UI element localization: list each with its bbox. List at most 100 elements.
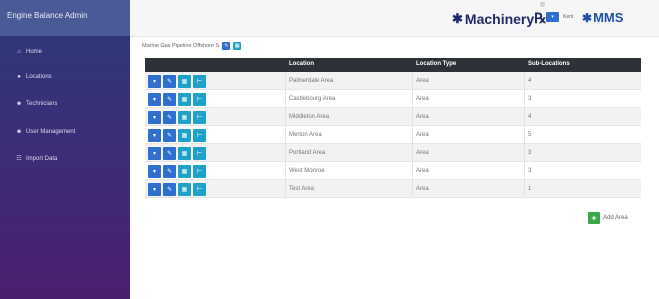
cell-location: Test Area	[289, 186, 315, 192]
column-header-location-type: Location Type	[416, 61, 457, 67]
cell-sub-locations: 3	[528, 168, 532, 174]
details-button[interactable]: ▦	[178, 147, 191, 160]
edit-button[interactable]: ✎	[163, 111, 176, 124]
cell-location-type: Area	[416, 168, 429, 174]
table-icon: ▦	[181, 97, 188, 103]
hierarchy-icon: ⊢	[196, 97, 203, 103]
table-icon: ▦	[234, 43, 240, 49]
hierarchy-button[interactable]: ⊢	[193, 111, 206, 124]
hierarchy-button[interactable]: ⊢	[193, 93, 206, 106]
database-icon: ☷	[16, 156, 22, 162]
row-actions: ▾ ✎ ▦ ⊢	[148, 75, 206, 88]
wrench-icon: ✎	[166, 79, 173, 85]
cell-location: Castlebourg Area	[289, 96, 336, 102]
table-row: ▾ ✎ ▦ ⊢ Merton Area Area 5	[145, 126, 641, 144]
edit-button[interactable]: ✎	[163, 165, 176, 178]
cell-location: Portland Area	[289, 150, 326, 156]
edit-button[interactable]: ✎	[163, 129, 176, 142]
expand-button[interactable]: ▾	[148, 183, 161, 196]
hierarchy-icon: ⊢	[196, 169, 203, 175]
details-button[interactable]: ▦	[178, 93, 191, 106]
cell-location-type: Area	[416, 114, 429, 120]
hierarchy-button[interactable]: ⊢	[193, 147, 206, 160]
user-name: Kent	[563, 14, 574, 20]
table-row: ▾ ✎ ▦ ⊢ Test Area Area 1	[145, 180, 641, 198]
hierarchy-button[interactable]: ⊢	[193, 75, 206, 88]
cell-location: Palmerdale Area	[289, 78, 334, 84]
edit-button[interactable]: ✎	[163, 75, 176, 88]
wrench-icon: ✎	[166, 115, 173, 121]
cell-sub-locations: 1	[528, 186, 532, 192]
hierarchy-button[interactable]: ⊢	[193, 165, 206, 178]
wrench-icon: ✎	[166, 97, 173, 103]
cell-location: Middleton Area	[289, 114, 330, 120]
users-icon: ☻	[15, 101, 23, 107]
sidebar-item-user-management[interactable]: ☻ User Management	[15, 129, 76, 135]
expand-button[interactable]: ▾	[148, 129, 161, 142]
wrench-icon: ✎	[166, 169, 173, 175]
cell-location-type: Area	[416, 96, 429, 102]
expand-button[interactable]: ▾	[148, 147, 161, 160]
details-button[interactable]: ▦	[178, 111, 191, 124]
hierarchy-icon: ⊢	[196, 115, 203, 121]
expand-button[interactable]: ▾	[148, 75, 161, 88]
cell-sub-locations: 3	[528, 150, 532, 156]
table-icon: ▦	[181, 115, 188, 121]
cell-location: West Monroe	[289, 168, 325, 174]
hierarchy-button[interactable]: ⊢	[193, 183, 206, 196]
sidebar-item-home[interactable]: ⌂ Home	[15, 49, 42, 55]
cell-location-type: Area	[416, 150, 429, 156]
details-button[interactable]: ▦	[178, 129, 191, 142]
table-row: ▾ ✎ ▦ ⊢ Portland Area Area 3	[145, 144, 641, 162]
sidebar: Engine Balance Admin ⌂ Home ● Locations …	[0, 0, 130, 299]
hierarchy-button[interactable]: ⊢	[193, 129, 206, 142]
chevron-down-icon: ▾	[152, 79, 156, 85]
edit-button[interactable]: ✎	[163, 183, 176, 196]
sidebar-item-locations[interactable]: ● Locations	[15, 74, 52, 80]
sidebar-item-label: Import Data	[26, 155, 58, 162]
details-button[interactable]: ▦	[178, 183, 191, 196]
wrench-icon: ✎	[166, 151, 173, 157]
row-actions: ▾ ✎ ▦ ⊢	[148, 129, 206, 142]
locations-table: Location Location Type Sub-Locations ▾ ✎…	[145, 58, 641, 198]
app-brand[interactable]: Engine Balance Admin	[0, 0, 130, 36]
breadcrumb: Marine Gas Pipeline Offshore S ✎ ▦	[142, 42, 242, 50]
table-row: ▾ ✎ ▦ ⊢ Palmerdale Area Area 4	[145, 72, 641, 90]
sidebar-item-import-data[interactable]: ☷ Import Data	[15, 155, 58, 163]
gear-icon: ✱	[582, 10, 593, 25]
table-icon: ▦	[181, 187, 188, 193]
expand-button[interactable]: ▾	[148, 93, 161, 106]
gear-icon: ✱	[452, 10, 463, 26]
user-menu-button[interactable]: ▾	[546, 12, 559, 22]
row-actions: ▾ ✎ ▦ ⊢	[148, 93, 206, 106]
edit-button[interactable]: ✎	[163, 93, 176, 106]
wrench-icon: ✎	[166, 187, 173, 193]
column-header-sub-locations: Sub-Locations	[528, 61, 570, 67]
row-actions: ▾ ✎ ▦ ⊢	[148, 183, 206, 196]
table-row: ▾ ✎ ▦ ⊢ Middleton Area Area 4	[145, 108, 641, 126]
details-button[interactable]: ▦	[233, 42, 242, 50]
details-button[interactable]: ▦	[178, 75, 191, 88]
table-row: ▾ ✎ ▦ ⊢ West Monroe Area 3	[145, 162, 641, 180]
details-button[interactable]: ▦	[178, 165, 191, 178]
chevron-down-icon: ▾	[152, 115, 156, 121]
hierarchy-icon: ⊢	[196, 187, 203, 193]
cell-location-type: Area	[416, 186, 429, 192]
table-icon: ▦	[181, 151, 188, 157]
sidebar-item-technicians[interactable]: ☻ Technicians	[15, 101, 58, 107]
table-row: ▾ ✎ ▦ ⊢ Castlebourg Area Area 3	[145, 90, 641, 108]
row-actions: ▾ ✎ ▦ ⊢	[148, 147, 206, 160]
expand-button[interactable]: ▾	[148, 111, 161, 124]
cell-location: Merton Area	[289, 132, 322, 138]
expand-button[interactable]: ▾	[148, 165, 161, 178]
mms-logo[interactable]: ✱ MMS	[582, 10, 623, 25]
chevron-down-icon: ▾	[152, 97, 156, 103]
edit-button[interactable]: ✎	[222, 42, 231, 50]
edit-button[interactable]: ✎	[163, 147, 176, 160]
user-cog-icon: ☻	[15, 129, 23, 135]
cell-location-type: Area	[416, 78, 429, 84]
wrench-icon: ✎	[224, 43, 229, 49]
home-icon: ⌂	[17, 49, 21, 55]
add-area-button[interactable]: + Add Area	[588, 212, 628, 224]
machineryrx-logo[interactable]: ✱ Machinery ℞ ®	[452, 3, 547, 27]
